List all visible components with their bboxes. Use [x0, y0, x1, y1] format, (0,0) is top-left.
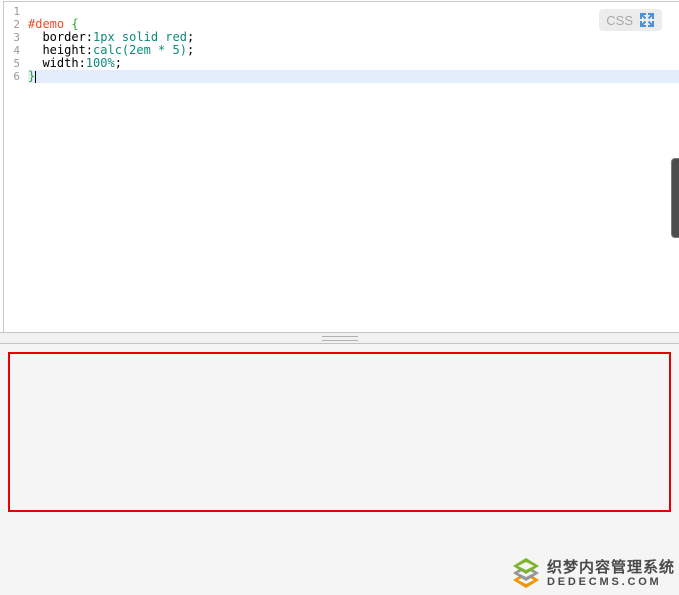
css-code-editor[interactable]: 1 2 #demo { 3 border:1px solid red; 4 he…	[3, 1, 679, 332]
demo-box	[8, 352, 671, 512]
dedecms-watermark: 织梦内容管理系统 DEDECMS.COM	[511, 558, 675, 589]
css-mode-badge[interactable]: CSS	[599, 9, 662, 31]
line-number: 3	[13, 31, 20, 44]
active-code-line[interactable]: }	[28, 70, 679, 83]
line-number: 4	[13, 44, 20, 57]
css-badge-label: CSS	[606, 12, 633, 28]
css-value-token: calc(2em * 5)	[93, 43, 187, 57]
semicolon-token: ;	[186, 43, 195, 57]
drag-grip-icon	[321, 336, 358, 341]
css-property-token: width:	[28, 56, 86, 70]
css-property-token: height:	[28, 43, 94, 57]
text-cursor	[35, 71, 37, 83]
css-property-token: border:	[28, 30, 94, 44]
pane-resize-handle[interactable]	[0, 332, 679, 344]
css-selector-token: #demo	[28, 17, 72, 31]
line-number: 2	[13, 18, 20, 31]
code-text: width:100%;	[28, 57, 679, 70]
watermark-title: 织梦内容管理系统	[546, 558, 675, 576]
result-preview-pane: 织梦内容管理系统 DEDECMS.COM	[0, 344, 679, 595]
css-value-token: 1px solid red	[93, 30, 187, 44]
dedecms-logo-icon	[511, 558, 541, 589]
semicolon-token: ;	[186, 30, 195, 44]
code-line[interactable]: 1	[4, 5, 679, 18]
watermark-text: 织梦内容管理系统 DEDECMS.COM	[547, 559, 675, 589]
brace-token: }	[28, 69, 36, 83]
fullscreen-expand-icon[interactable]	[639, 12, 655, 28]
scrollbar-thumb[interactable]	[671, 158, 679, 238]
code-text: height:calc(2em * 5);	[28, 44, 679, 57]
brace-token: {	[71, 17, 79, 31]
semicolon-token: ;	[114, 56, 122, 70]
code-line[interactable]: 6 }	[4, 70, 679, 83]
line-number: 5	[13, 57, 20, 70]
line-number: 6	[13, 70, 20, 83]
css-value-token: 100%	[85, 56, 115, 70]
line-number: 1	[13, 5, 20, 18]
watermark-domain: DEDECMS.COM	[546, 575, 662, 588]
code-line[interactable]: 5 width:100%;	[4, 57, 679, 71]
